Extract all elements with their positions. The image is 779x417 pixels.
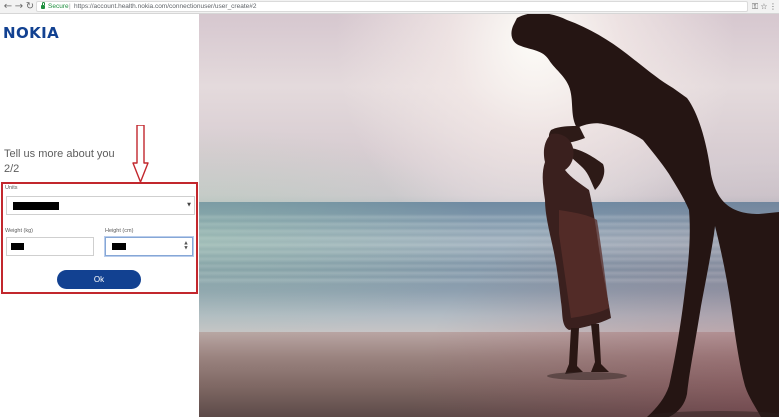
- spin-down-icon[interactable]: ▼: [183, 246, 189, 251]
- browser-toolbar: ← → ↻ Secure | https://account.health.no…: [0, 0, 779, 14]
- nokia-logo: NOKIA: [3, 24, 60, 42]
- signup-panel: NOKIA Tell us more about you 2/2 Units ▼…: [0, 14, 199, 417]
- weight-input[interactable]: [6, 237, 94, 256]
- address-bar[interactable]: Secure | https://account.health.nokia.co…: [36, 1, 748, 12]
- units-label: Units: [5, 185, 18, 191]
- weight-label: Weight (kg): [5, 228, 34, 234]
- back-arrow-icon[interactable]: ←: [3, 1, 13, 12]
- height-label: Height (cm): [105, 228, 134, 234]
- hero-photo: [199, 14, 779, 417]
- height-stepper[interactable]: ▲ ▼: [183, 241, 189, 252]
- highlighted-form-box: Units ▼ Weight (kg) Height (cm) ▲ ▼ Ok: [1, 182, 198, 294]
- redacted-height-value: [112, 243, 126, 250]
- url-text[interactable]: https://account.health.nokia.com/connect…: [74, 2, 256, 11]
- address-separator: |: [69, 3, 71, 10]
- height-input[interactable]: ▲ ▼: [105, 237, 193, 256]
- step-indicator: 2/2: [4, 163, 20, 175]
- chevron-down-icon: ▼: [187, 202, 191, 208]
- units-select[interactable]: ▼: [6, 196, 195, 215]
- lock-icon: [41, 2, 45, 9]
- redacted-weight-value: [11, 243, 24, 250]
- forward-arrow-icon[interactable]: →: [14, 1, 24, 12]
- mother-and-child-silhouette: [511, 14, 779, 417]
- reload-icon[interactable]: ↻: [25, 1, 35, 12]
- menu-icon[interactable]: ⋮: [768, 1, 778, 12]
- form-heading: Tell us more about you: [4, 148, 115, 160]
- ok-button[interactable]: Ok: [57, 270, 141, 289]
- security-label: Secure: [48, 3, 69, 10]
- down-arrow-annotation-icon: [132, 125, 149, 183]
- redacted-units-value: [13, 202, 59, 210]
